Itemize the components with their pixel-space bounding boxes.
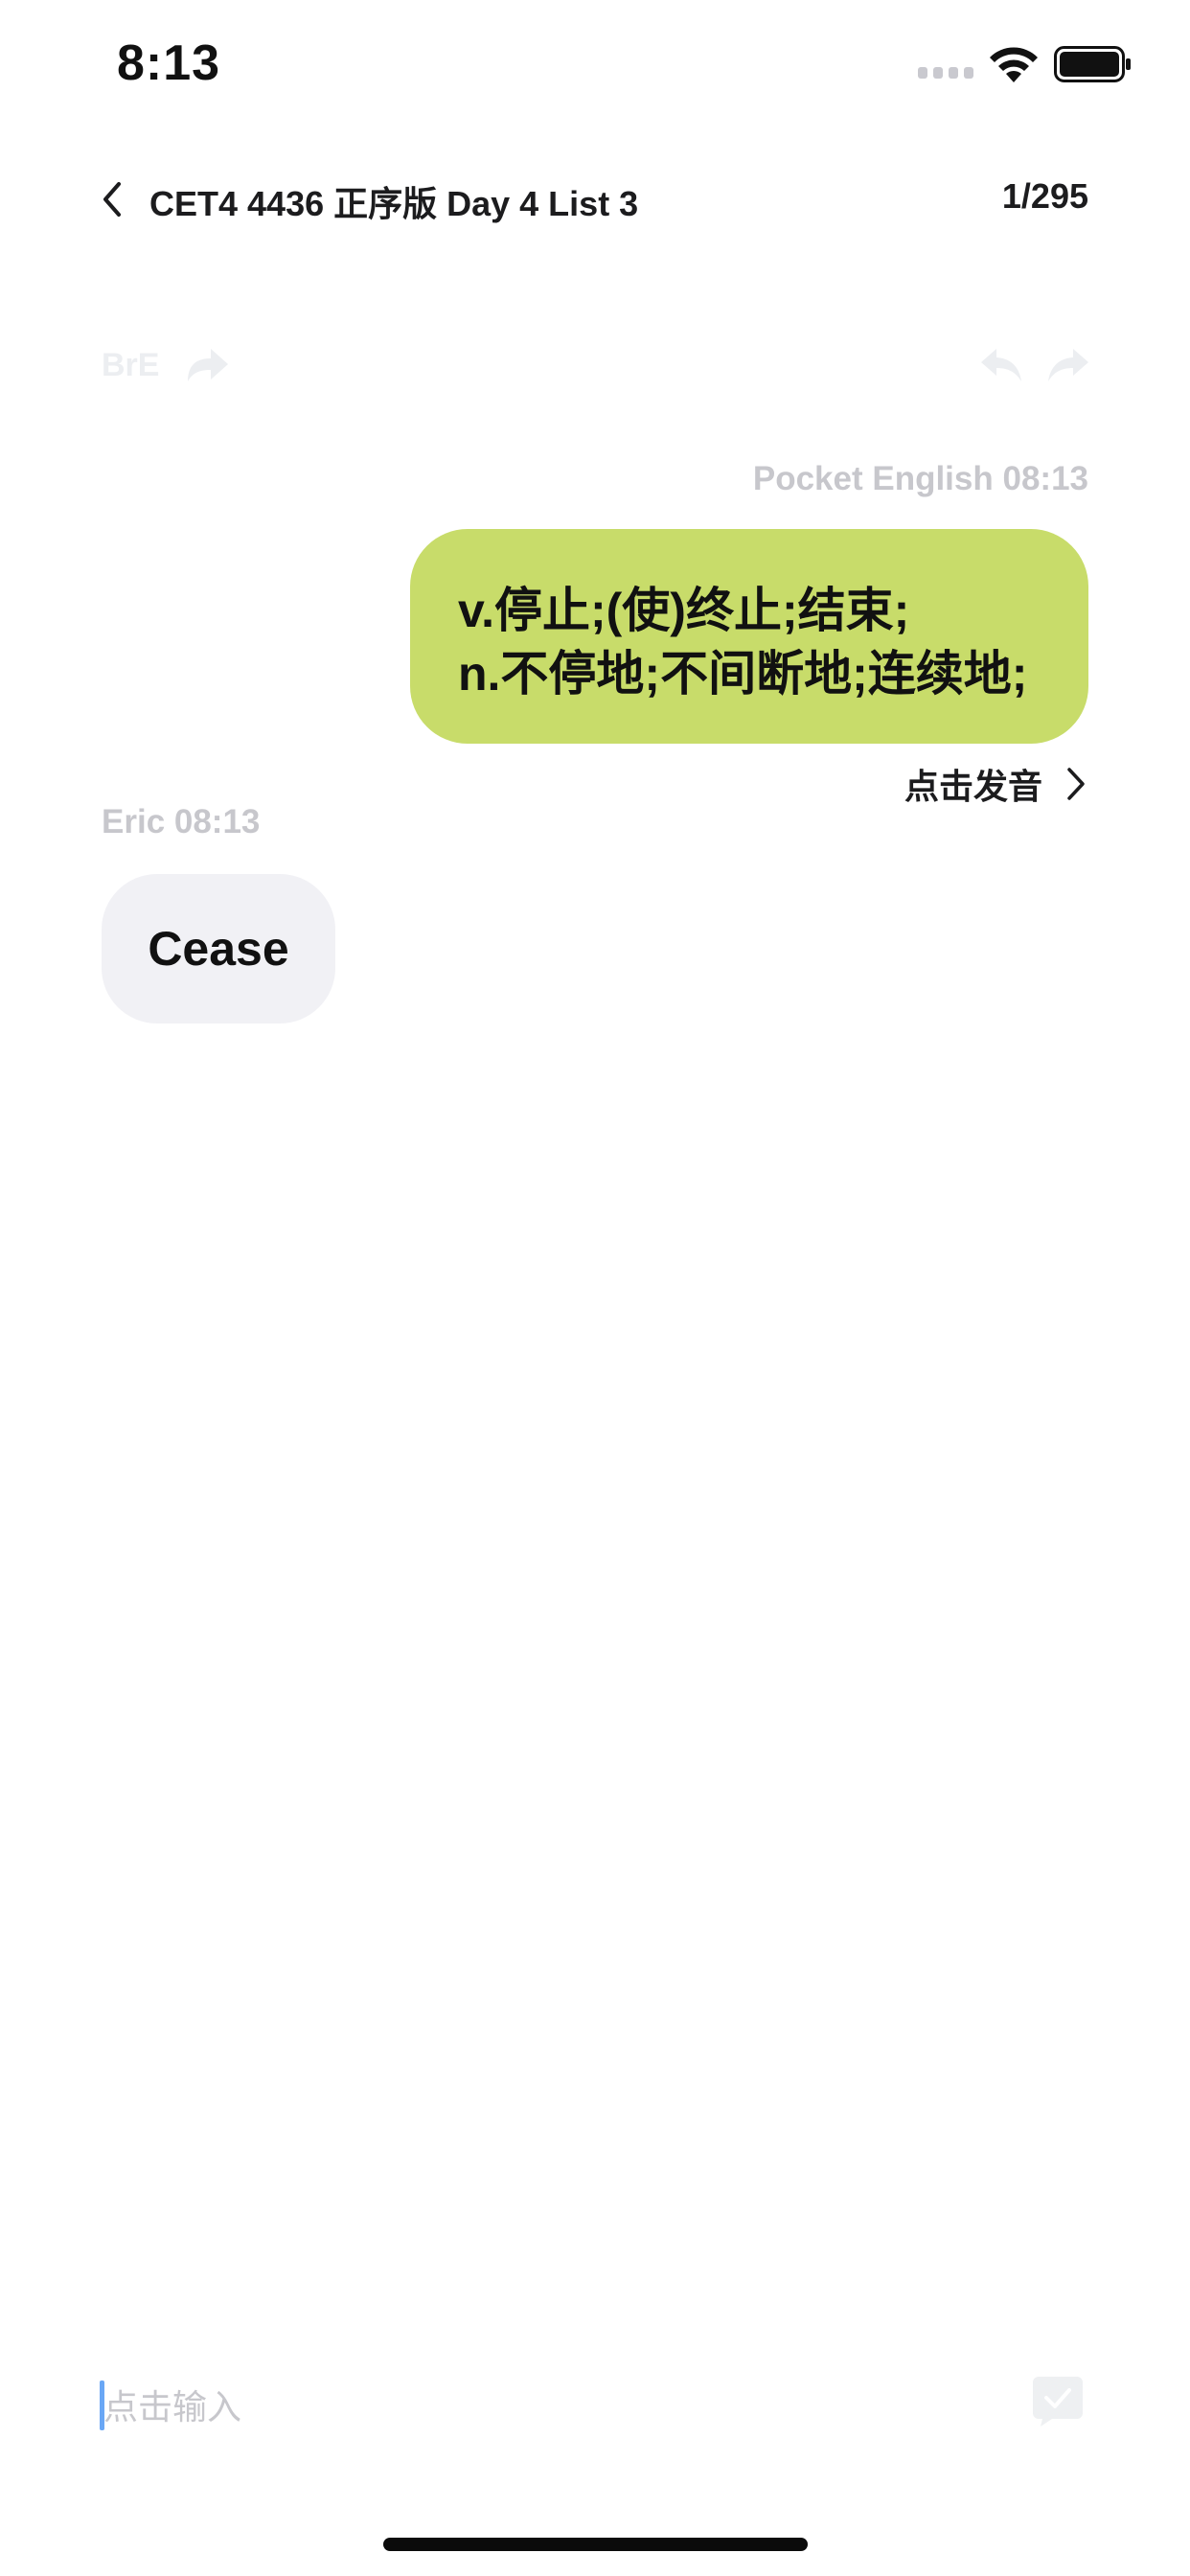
status-time: 8:13	[117, 35, 221, 91]
chevron-right-icon	[1067, 768, 1085, 800]
message-meta-eric: Eric 08:13	[102, 803, 261, 840]
pronounce-label: 点击发音	[904, 767, 1042, 806]
send-check-icon[interactable]	[1031, 2375, 1085, 2428]
answer-input[interactable]	[100, 2379, 966, 2436]
message-meta-pocket-english: Pocket English 08:13	[752, 460, 1088, 497]
wifi-icon	[990, 47, 1038, 82]
answer-input-wrap	[100, 2379, 966, 2436]
word-bubble: Cease	[102, 874, 335, 1024]
share-icon[interactable]	[184, 343, 230, 385]
pronounce-button[interactable]: 点击发音	[904, 759, 1088, 809]
definition-line-noun: n.不停地;不间断地;连续地;	[458, 647, 1028, 701]
cellular-signal-icon	[918, 67, 973, 79]
battery-icon	[1054, 46, 1131, 82]
definition-line-verb: v.停止;(使)终止;结束;	[458, 584, 910, 637]
text-caret	[100, 2380, 104, 2430]
redo-icon[interactable]	[1046, 345, 1090, 383]
page-title: CET4 4436 正序版 Day 4 List 3	[149, 184, 639, 223]
home-indicator	[383, 2538, 808, 2551]
accent-toggle[interactable]: BrE	[102, 347, 159, 384]
back-chevron-icon[interactable]	[96, 178, 128, 220]
progress-counter: 1/295	[1001, 176, 1088, 216]
definition-bubble: v.停止;(使)终止;结束; n.不停地;不间断地;连续地;	[410, 529, 1088, 744]
undo-icon[interactable]	[979, 345, 1023, 383]
